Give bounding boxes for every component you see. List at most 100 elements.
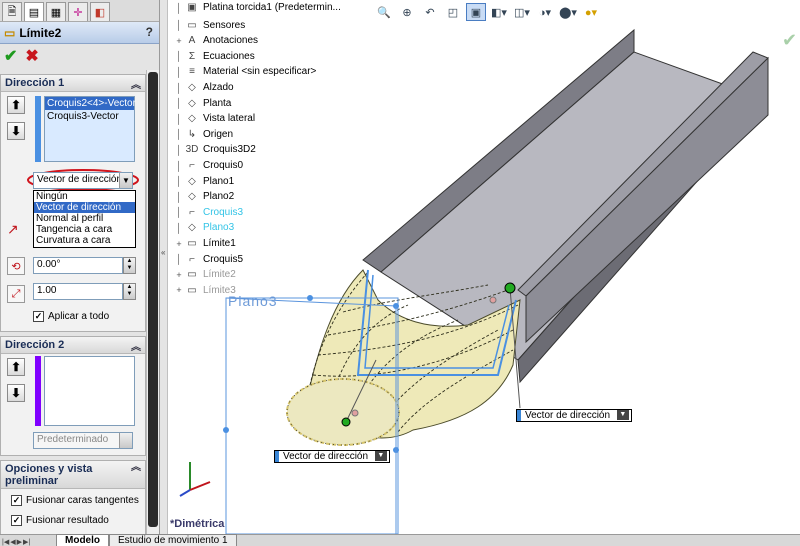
graphics-area[interactable]: 🔍 ⊕ ↶ ◰ ▣ ◧▾ ◫▾ ◑▾ ⬤▾ ●▾ │ ▣ Platina torci…	[168, 0, 800, 534]
edit-appearance-icon[interactable]: ◑▾	[535, 3, 555, 21]
direction2-condition-combo[interactable]: Predeterminado	[33, 432, 133, 449]
expand-icon[interactable]: +	[174, 239, 184, 249]
move-up-button[interactable]: ⬆	[7, 96, 25, 114]
dropdown-option[interactable]: Tangencia a cara	[34, 224, 135, 235]
feature-tree-item[interactable]: │ ≡ Material <sin especificar>	[174, 64, 316, 79]
direction1-header[interactable]: Dirección 1 ︽	[1, 75, 145, 92]
angle-value: 0.00°	[37, 259, 61, 270]
condition-dropdown-list[interactable]: Ningún Vector de dirección Normal al per…	[33, 190, 136, 248]
dropdown-option[interactable]: Normal al perfil	[34, 213, 135, 224]
prev-tab-icon[interactable]: ◀	[10, 538, 15, 546]
tree-line: │	[176, 113, 182, 124]
last-tab-icon[interactable]: ▶|	[23, 538, 30, 546]
reverse-direction-button[interactable]: ⟲	[7, 257, 25, 275]
tab-model[interactable]: Modelo	[56, 534, 109, 546]
property-manager-scrollbar[interactable]	[146, 70, 159, 534]
feature-tree-item[interactable]: + ▭ Límite2	[174, 267, 235, 282]
feature-tree-root[interactable]: │ ▣ Platina torcida1 (Predetermin...	[174, 0, 341, 15]
list-item[interactable]: Croquis3-Vector	[45, 110, 134, 123]
property-manager: 🗎 ▤ ▦ ✛ ◧ ▭ Límite2 ? ✔ ✖ Dirección 1 ︽ …	[0, 0, 160, 534]
zoom-to-fit-icon[interactable]: 🔍	[374, 3, 394, 21]
direction2-selection-list[interactable]	[44, 356, 135, 426]
feature-tree-label: Límite1	[203, 238, 236, 249]
angle-input[interactable]: 0.00°	[33, 257, 123, 274]
merge-result-checkbox[interactable]: ✓	[11, 515, 22, 526]
view-orientation-icon[interactable]: ▣	[466, 3, 486, 21]
feature-tree-item[interactable]: + ▭ Límite1	[174, 236, 236, 251]
zoom-to-area-icon[interactable]: ⊕	[397, 3, 417, 21]
expand-icon[interactable]: +	[174, 270, 184, 280]
feature-tree-item[interactable]: │ ▭ Sensores	[174, 18, 245, 33]
hide-show-items-icon[interactable]: ◫▾	[512, 3, 532, 21]
panel-splitter[interactable]: «	[160, 0, 168, 534]
move-up-button[interactable]: ⬆	[7, 358, 25, 376]
chevron-down-icon[interactable]: ▼	[119, 173, 132, 188]
confirmation-corner-ok-icon[interactable]: ✔	[782, 30, 797, 51]
direction-vector-callout-right[interactable]: Vector de dirección ▼	[516, 409, 632, 422]
feature-tree-item[interactable]: │ ◇ Plano3	[174, 220, 234, 235]
property-manager-tab[interactable]: ▤	[24, 2, 44, 21]
feature-tree-item[interactable]: │ ◇ Plano2	[174, 189, 234, 204]
merge-result-row[interactable]: ✓ Fusionar resultado	[11, 515, 109, 526]
tab-motion-study[interactable]: Estudio de movimiento 1	[109, 534, 237, 546]
collapse-icon[interactable]: ︽	[131, 76, 141, 91]
feature-tree-item[interactable]: │ ◇ Alzado	[174, 80, 233, 95]
feature-tree-item[interactable]: │ ⌐ Croquis0	[174, 158, 243, 173]
feature-manager-tab[interactable]: 🗎	[2, 2, 22, 21]
move-down-button[interactable]: ⬇	[7, 122, 25, 140]
view-settings-icon[interactable]: ●▾	[581, 3, 601, 21]
ok-cancel-bar: ✔ ✖	[0, 44, 159, 68]
expand-icon[interactable]: +	[174, 36, 184, 46]
feature-tree-item[interactable]: │ ◇ Plano1	[174, 174, 234, 189]
scrollbar-thumb[interactable]	[148, 72, 158, 527]
dropdown-option[interactable]: Vector de dirección	[34, 202, 135, 213]
ok-icon[interactable]: ✔	[4, 46, 17, 66]
chevron-down-icon[interactable]	[119, 433, 132, 448]
cancel-icon[interactable]: ✖	[25, 46, 38, 66]
collapse-icon[interactable]: ︽	[131, 338, 141, 353]
feature-tree-item[interactable]: │ ◇ Planta	[174, 96, 231, 111]
feature-tree-item[interactable]: + A Anotaciones	[174, 33, 258, 48]
collapse-panel-icon[interactable]: «	[161, 248, 165, 257]
list-item[interactable]: Croquis2<4>-Vector	[45, 97, 136, 110]
configuration-manager-tab[interactable]: ▦	[46, 2, 66, 21]
move-down-button[interactable]: ⬇	[7, 384, 25, 402]
direction-vector-callout-left[interactable]: Vector de dirección ▼	[274, 450, 390, 463]
dropdown-option[interactable]: Ningún	[34, 191, 135, 202]
expand-icon[interactable]: +	[174, 285, 184, 295]
direction1-selection-list[interactable]: Croquis2<4>-Vector Croquis3-Vector	[44, 96, 136, 162]
feature-tree-item[interactable]: │ ↳ Origen	[174, 127, 233, 142]
feature-tree-item[interactable]: │ ⌐ Croquis3	[174, 205, 243, 220]
options-header[interactable]: Opciones y vista preliminar ︽	[1, 461, 145, 489]
help-icon[interactable]: ?	[146, 25, 153, 39]
arrow-down-icon: ⬇	[10, 386, 22, 400]
length-input[interactable]: 1.00	[33, 283, 123, 300]
section-view-icon[interactable]: ◰	[443, 3, 463, 21]
chevron-down-icon[interactable]: ▼	[374, 451, 387, 461]
display-style-icon[interactable]: ◧▾	[489, 3, 509, 21]
display-manager-tab[interactable]: ◧	[90, 2, 110, 21]
first-tab-icon[interactable]: |◀	[2, 538, 9, 546]
dimxpert-tab[interactable]: ✛	[68, 2, 88, 21]
next-tab-icon[interactable]: ▶	[17, 538, 22, 546]
origin-icon: ↳	[187, 128, 197, 140]
feature-tree-item[interactable]: │ 3D Croquis3D2	[174, 142, 256, 157]
feature-tree-item[interactable]: │ Σ Ecuaciones	[174, 49, 255, 64]
merge-tangent-row[interactable]: ✓ Fusionar caras tangentes	[11, 495, 139, 506]
angle-spinner[interactable]: ▲ ▼	[123, 257, 136, 274]
feature-tree-item[interactable]: │ ⌐ Croquis5	[174, 252, 243, 267]
direction2-header[interactable]: Dirección 2 ︽	[1, 337, 145, 354]
merge-tangent-checkbox[interactable]: ✓	[11, 495, 22, 506]
feature-tree-item[interactable]: │ ◇ Vista lateral	[174, 111, 255, 126]
collapse-icon[interactable]: ︽	[131, 462, 141, 474]
apply-all-row[interactable]: ✓ Aplicar a todo	[33, 311, 109, 322]
previous-view-icon[interactable]: ↶	[420, 3, 440, 21]
direction1-condition-combo[interactable]: Vector de dirección ▼	[33, 172, 133, 189]
chevron-down-icon[interactable]: ▼	[616, 410, 629, 420]
apply-scene-icon[interactable]: ⬤▾	[558, 3, 578, 21]
apply-all-checkbox[interactable]: ✓	[33, 311, 44, 322]
feature-tree-item[interactable]: + ▭ Límite3	[174, 283, 235, 298]
length-spinner[interactable]: ▲ ▼	[123, 283, 136, 300]
length-icon-button[interactable]: ⤢	[7, 285, 25, 303]
dropdown-option[interactable]: Curvatura a cara	[34, 235, 135, 246]
